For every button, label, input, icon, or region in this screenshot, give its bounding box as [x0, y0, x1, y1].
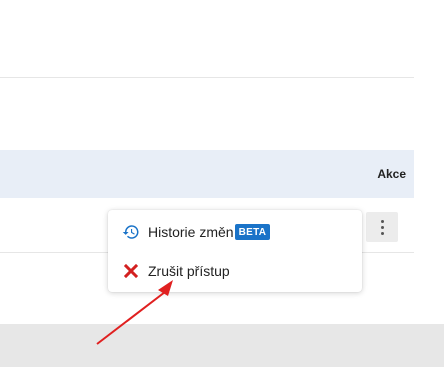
close-icon-graphic	[124, 264, 138, 278]
menu-item-revoke-label: Zrušit přístup	[148, 263, 230, 279]
top-divider	[0, 77, 414, 78]
beta-badge: BETA	[234, 224, 271, 240]
menu-item-history[interactable]: Historie změn BETA	[108, 217, 362, 247]
kebab-dot	[380, 219, 384, 223]
history-icon-graphic	[122, 225, 139, 239]
row-actions-button[interactable]	[366, 212, 398, 242]
actions-column-header: Akce	[377, 167, 406, 181]
menu-item-history-label: Historie změn	[148, 224, 234, 240]
history-icon	[122, 223, 140, 241]
context-menu: Historie změn BETA Zrušit přístup	[108, 210, 362, 292]
footer-bar	[0, 324, 444, 367]
kebab-dot	[380, 231, 384, 235]
kebab-dot	[380, 225, 384, 229]
menu-item-revoke-access[interactable]: Zrušit přístup	[108, 256, 362, 286]
table-header: Akce	[0, 150, 414, 198]
close-icon	[122, 262, 140, 280]
